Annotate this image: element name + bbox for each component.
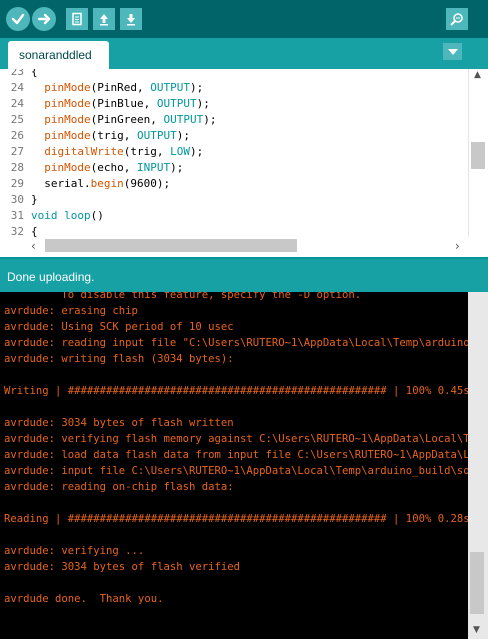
code-line: 27 digitalWrite(trig, LOW);	[0, 144, 468, 160]
scroll-up-icon[interactable]: ▲	[474, 70, 481, 80]
code-area[interactable]: 23 { 24 pinMode(PinRed, OUTPUT); 24 pinMo…	[0, 69, 468, 237]
line-number: 27	[10, 145, 24, 158]
console-line: avrdude: reading input file "C:\Users\RU…	[4, 337, 468, 349]
code-line: 24 pinMode(PinRed, OUTPUT);	[0, 80, 468, 96]
console-line: Reading | ##############################…	[4, 513, 468, 525]
line-number: 31	[10, 209, 24, 222]
line-number: 30	[10, 193, 24, 206]
upload-icon	[37, 13, 51, 25]
code-text: {	[31, 69, 38, 78]
console-line: avrdude: verifying flash memory against …	[4, 433, 468, 445]
code-line: 31 void loop()	[0, 208, 468, 224]
tab-strip: sonaranddled	[0, 38, 488, 69]
code-editor[interactable]: 23 { 24 pinMode(PinRed, OUTPUT); 24 pinMo…	[0, 69, 488, 257]
code-line: 24 pinMode(PinBlue, OUTPUT);	[0, 96, 468, 112]
code-text: pinMode(PinRed, OUTPUT);	[44, 81, 204, 94]
scrollbar-thumb[interactable]	[470, 552, 484, 614]
save-button[interactable]	[120, 8, 142, 30]
code-text: pinMode(trig, OUTPUT);	[44, 129, 190, 142]
code-line: 29 serial.begin(9600);	[0, 176, 468, 192]
console-line: Writing | ##############################…	[4, 385, 468, 397]
scroll-right-icon[interactable]: ›	[455, 239, 460, 253]
console-line: avrdude: writing flash (3034 bytes):	[4, 353, 234, 365]
new-button[interactable]	[66, 8, 88, 30]
console-line: To disable this feature, specify the -D …	[4, 292, 362, 301]
toolbar	[0, 0, 488, 38]
line-number: 26	[10, 129, 24, 142]
verify-icon	[11, 13, 25, 25]
status-bar: Done uploading.	[0, 257, 488, 292]
tab-menu-button[interactable]	[443, 43, 462, 60]
code-text: pinMode(PinBlue, OUTPUT);	[44, 97, 210, 110]
code-line: 25 pinMode(PinGreen, OUTPUT);	[0, 112, 468, 128]
editor-horizontal-scrollbar[interactable]: ‹ ›	[27, 237, 468, 256]
scroll-down-icon[interactable]: ▼	[473, 625, 480, 635]
code-text: void loop()	[31, 209, 104, 222]
tab-sonaranddled[interactable]: sonaranddled	[8, 41, 109, 69]
code-text: }	[31, 193, 38, 206]
scrollbar-thumb[interactable]	[471, 142, 485, 169]
line-number: 32	[10, 225, 24, 237]
console-line: avrdude: reading on-chip flash data:	[4, 481, 234, 493]
code-text: serial.begin(9600);	[31, 177, 171, 190]
serial-monitor-button[interactable]	[446, 8, 468, 30]
save-icon	[127, 14, 135, 26]
chevron-down-icon	[447, 48, 458, 55]
line-number: 24	[10, 97, 24, 110]
console-line: avrdude: 3034 bytes of flash verified	[4, 561, 240, 573]
console-line: avrdude: verifying ...	[4, 545, 145, 557]
code-text: digitalWrite(trig, LOW);	[44, 145, 204, 158]
verify-button[interactable]	[6, 7, 30, 31]
scrollbar-thumb[interactable]	[45, 239, 297, 252]
editor-vertical-scrollbar[interactable]: ▲	[468, 69, 488, 237]
code-line: 32 {	[0, 224, 468, 237]
console-line: avrdude: input file C:\Users\RUTERO~1\Ap…	[4, 465, 468, 477]
line-number: 28	[10, 161, 24, 174]
code-text: pinMode(echo, INPUT);	[44, 161, 184, 174]
console-vertical-scrollbar[interactable]: ▼	[468, 292, 488, 639]
status-message: Done uploading.	[7, 270, 95, 284]
code-line: 30}	[0, 192, 468, 208]
code-line: 23 {	[0, 69, 468, 80]
scroll-left-icon[interactable]: ‹	[31, 239, 36, 253]
line-number: 29	[10, 177, 24, 190]
open-icon	[100, 14, 108, 26]
code-line: 26 pinMode(trig, OUTPUT);	[0, 128, 468, 144]
console-line: avrdude done. Thank you.	[4, 593, 164, 605]
code-text: pinMode(PinGreen, OUTPUT);	[44, 113, 217, 126]
line-number: 25	[10, 113, 24, 126]
line-number: 23	[10, 69, 24, 78]
console-line: avrdude: 3034 bytes of flash written	[4, 417, 234, 429]
serial-monitor-icon	[450, 13, 463, 26]
new-icon	[72, 12, 82, 26]
open-button[interactable]	[93, 8, 115, 30]
upload-button[interactable]	[32, 7, 56, 31]
code-text: {	[31, 225, 38, 237]
tab-label: sonaranddled	[19, 48, 92, 62]
console-line: avrdude: Using SCK period of 10 usec	[4, 321, 234, 333]
console-line: avrdude: erasing chip	[4, 305, 138, 317]
output-console[interactable]: To disable this feature, specify the -D …	[0, 292, 488, 639]
console-line: avrdude: load data flash data from input…	[4, 449, 468, 461]
code-line: 28 pinMode(echo, INPUT);	[0, 160, 468, 176]
line-number: 24	[10, 81, 24, 94]
